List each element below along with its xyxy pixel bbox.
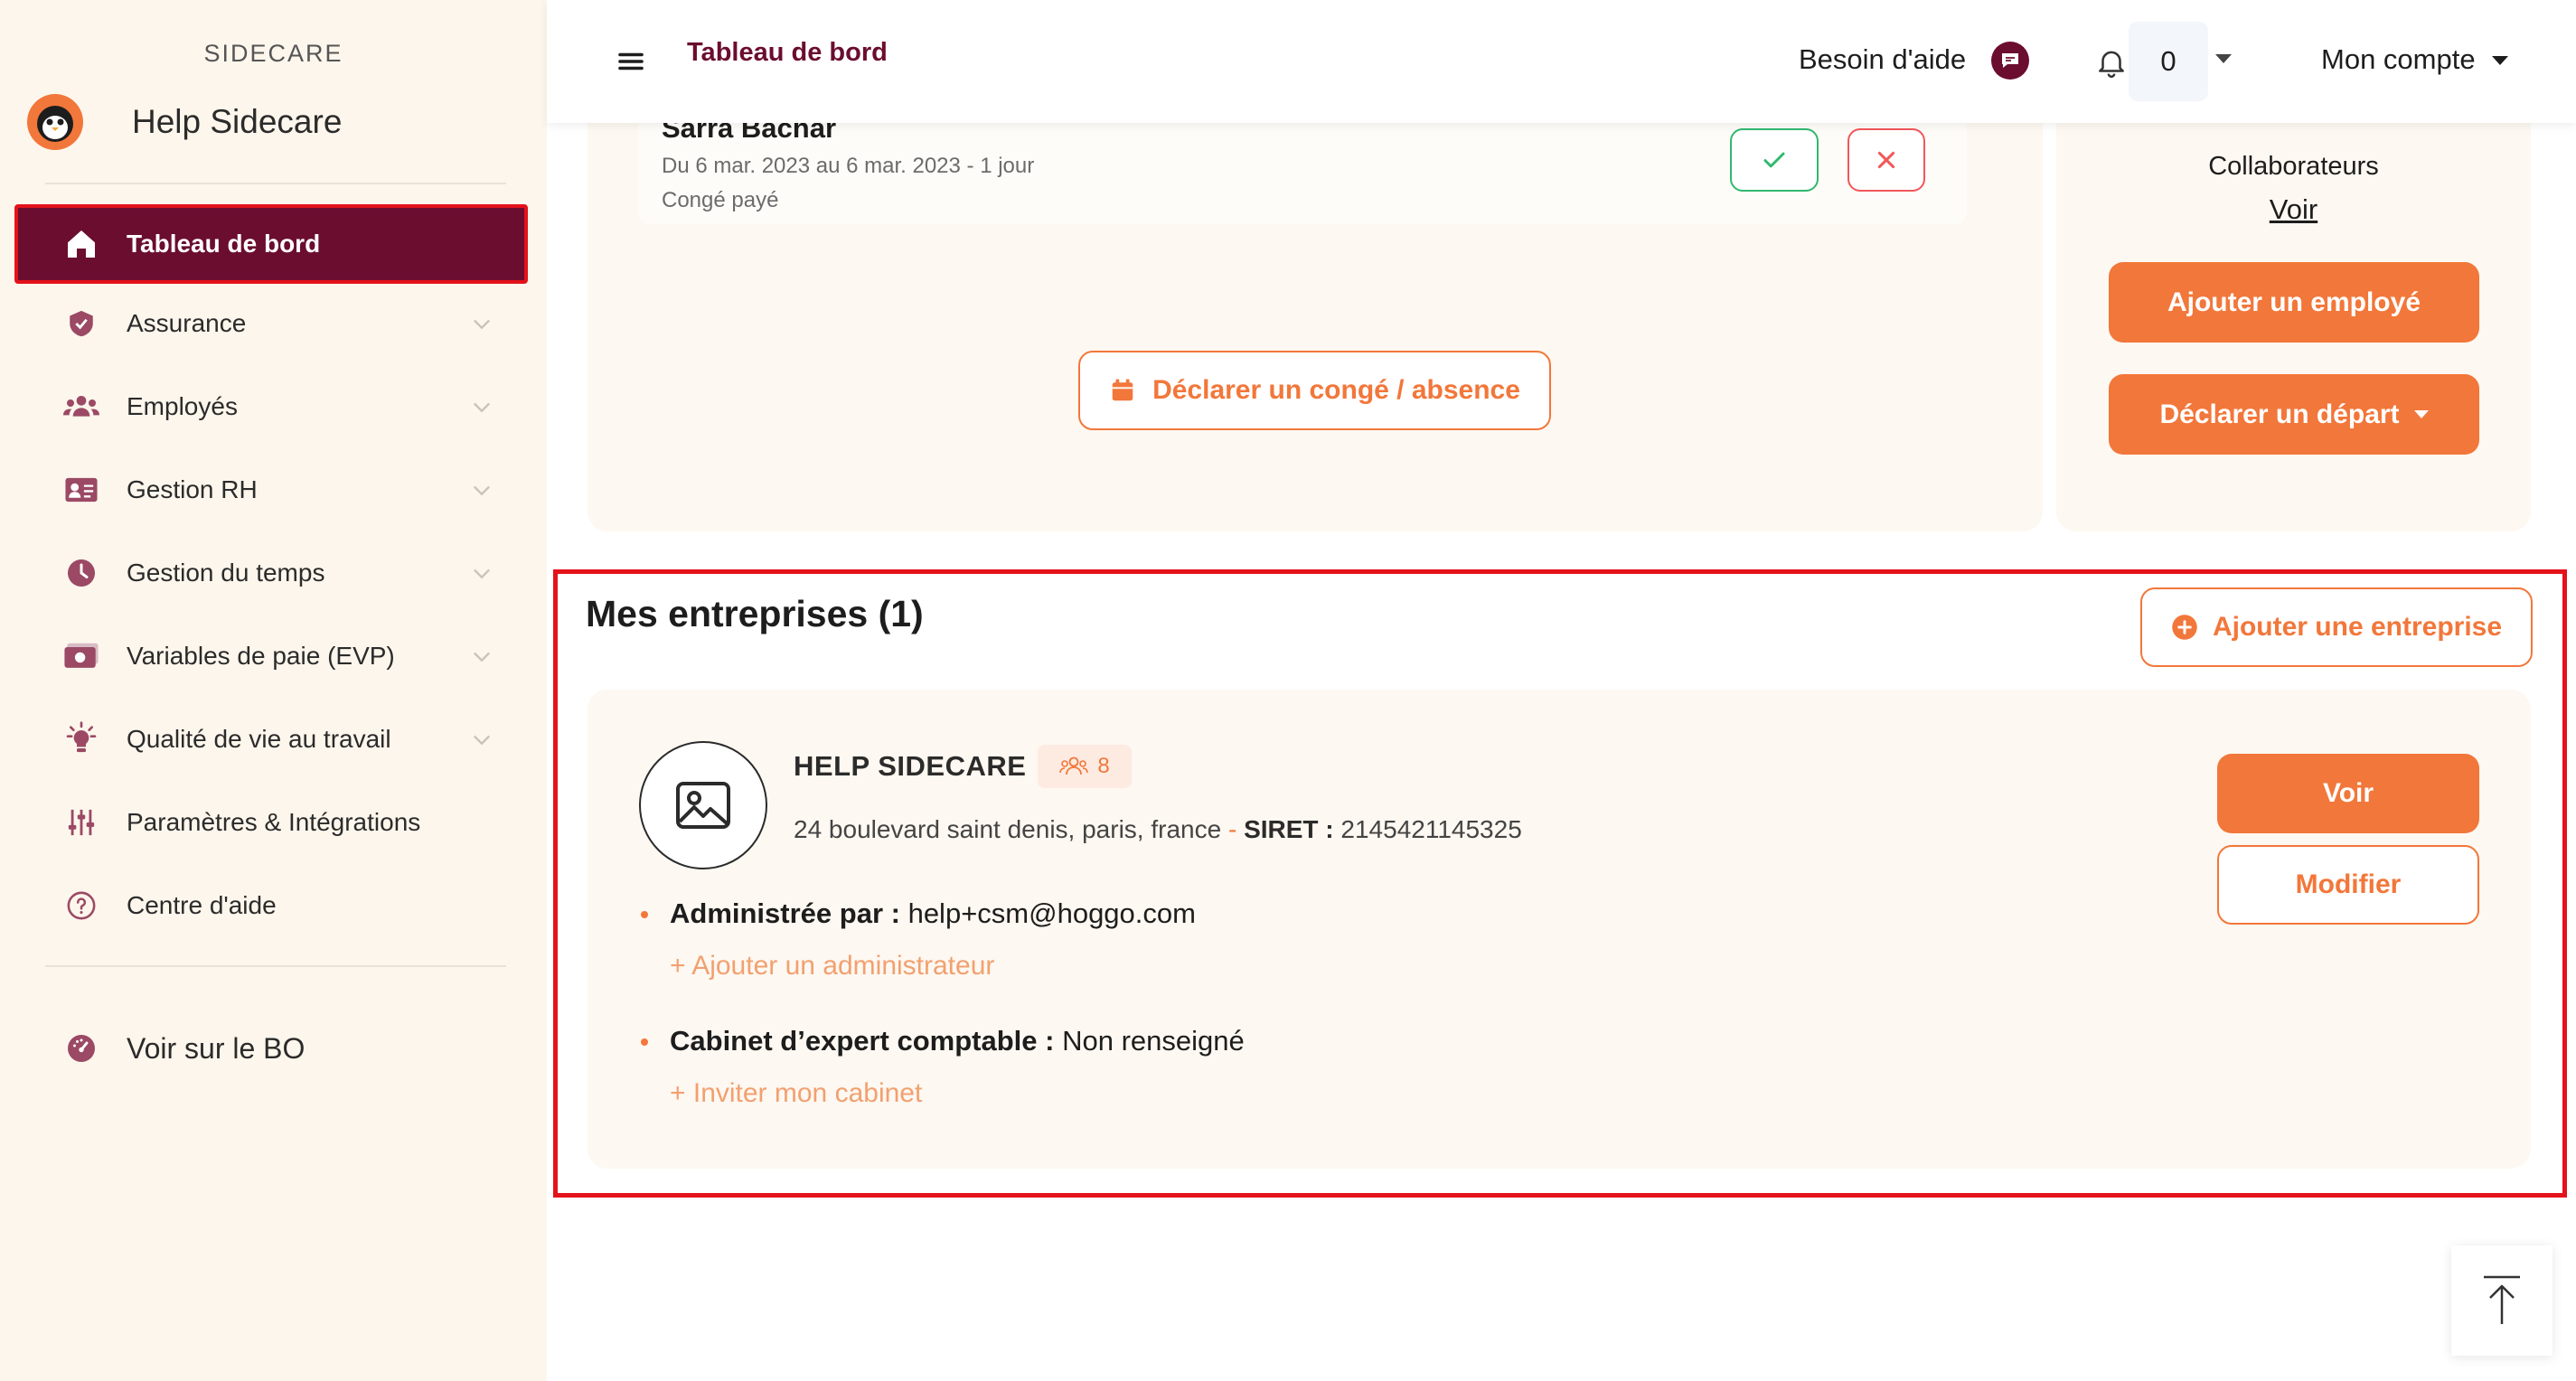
brand[interactable]: Help Sidecare — [27, 94, 342, 150]
sidebar-item-help-center[interactable]: Centre d'aide — [14, 866, 528, 945]
question-circle-icon — [63, 888, 99, 924]
brand-wordmark: SIDECARE — [203, 40, 343, 67]
caret-down-icon[interactable] — [2492, 56, 2508, 65]
approve-leave-button[interactable] — [1730, 128, 1819, 192]
declare-departure-label: Déclarer un départ — [2159, 399, 2400, 429]
sidebar-item-quality-of-life[interactable]: Qualité de vie au travail — [14, 700, 528, 779]
add-employee-button[interactable]: Ajouter un employé — [2109, 262, 2479, 343]
chevron-down-icon — [466, 391, 497, 422]
bell-icon[interactable] — [2094, 45, 2129, 80]
chevron-down-icon — [466, 474, 497, 505]
declare-leave-label: Déclarer un congé / absence — [1152, 375, 1520, 405]
account-menu[interactable]: Mon compte — [2321, 43, 2476, 76]
sidebar-item-label: Voir sur le BO — [127, 1031, 306, 1065]
sidebar-item-label: Tableau de bord — [127, 230, 321, 258]
sidebar-item-label: Assurance — [127, 309, 247, 337]
page-title: Tableau de bord — [687, 38, 888, 67]
id-card-icon — [63, 472, 99, 508]
collaborators-title: Collaborateurs — [2208, 152, 2379, 181]
declare-departure-button[interactable]: Déclarer un départ — [2109, 374, 2479, 455]
declare-leave-button[interactable]: Déclarer un congé / absence — [1078, 351, 1551, 430]
sidebar-item-label: Employés — [127, 392, 238, 420]
collaborators-view-link[interactable]: Voir — [2056, 193, 2531, 226]
penguin-glyph — [37, 106, 73, 142]
chevron-down-icon — [466, 558, 497, 588]
sidebar-divider — [45, 965, 506, 967]
chat-bubble-glyph — [2002, 53, 2018, 68]
check-icon — [1763, 152, 1785, 168]
chevron-down-icon — [466, 308, 497, 339]
clock-icon — [63, 555, 99, 591]
sidebar-item-dashboard[interactable]: Tableau de bord — [14, 204, 528, 284]
reject-leave-button[interactable] — [1847, 128, 1925, 192]
penguin-logo-icon — [27, 94, 83, 150]
sidebar-item-bo[interactable]: Voir sur le BO — [14, 1009, 528, 1088]
leave-type: Congé payé — [662, 188, 779, 212]
sidebar-item-insurance[interactable]: Assurance — [14, 284, 528, 363]
notification-count[interactable]: 0 — [2129, 22, 2208, 101]
chat-icon[interactable] — [1991, 42, 2029, 80]
close-icon — [1877, 151, 1895, 169]
home-icon — [63, 226, 99, 262]
sidebar-item-label: Paramètres & Intégrations — [127, 808, 421, 836]
sidebar-item-employees[interactable]: Employés — [14, 367, 528, 446]
dashboard-gauge-icon — [63, 1030, 99, 1066]
sidebar-item-label: Gestion RH — [127, 475, 258, 503]
lightbulb-icon — [63, 721, 99, 757]
sidebar: SIDECARE Help Sidecare Tableau de bord A… — [0, 0, 547, 1381]
shield-icon — [63, 305, 99, 342]
money-icon — [63, 638, 99, 674]
caret-down-icon — [2413, 410, 2429, 418]
sidebar-item-label: Qualité de vie au travail — [127, 725, 391, 753]
sidebar-item-label: Centre d'aide — [127, 891, 277, 919]
caret-down-icon[interactable] — [2215, 54, 2232, 63]
users-icon — [63, 389, 99, 425]
hamburger-menu-icon[interactable] — [615, 45, 647, 78]
companies-highlight-box — [553, 569, 2567, 1198]
sidebar-item-hr[interactable]: Gestion RH — [14, 450, 528, 530]
sidebar-item-payroll[interactable]: Variables de paie (EVP) — [14, 616, 528, 696]
sidebar-item-time[interactable]: Gestion du temps — [14, 533, 528, 613]
sidebar-item-label: Gestion du temps — [127, 559, 325, 587]
sidebar-item-settings[interactable]: Paramètres & Intégrations — [14, 783, 528, 862]
sidebar-item-label: Variables de paie (EVP) — [127, 642, 395, 670]
help-link[interactable]: Besoin d'aide — [1799, 43, 1966, 76]
arrow-up-icon — [2484, 1275, 2520, 1324]
sliders-icon — [63, 804, 99, 841]
leave-dates: Du 6 mar. 2023 au 6 mar. 2023 - 1 jour — [662, 154, 1035, 178]
topbar: Tableau de bord Besoin d'aide 0 Mon comp… — [547, 0, 2576, 123]
chevron-down-icon — [466, 724, 497, 755]
calendar-icon — [1112, 379, 1133, 401]
sidebar-divider — [45, 183, 506, 184]
scroll-to-top-button[interactable] — [2451, 1245, 2552, 1356]
brand-name: Help Sidecare — [132, 103, 343, 140]
chevron-down-icon — [466, 641, 497, 672]
